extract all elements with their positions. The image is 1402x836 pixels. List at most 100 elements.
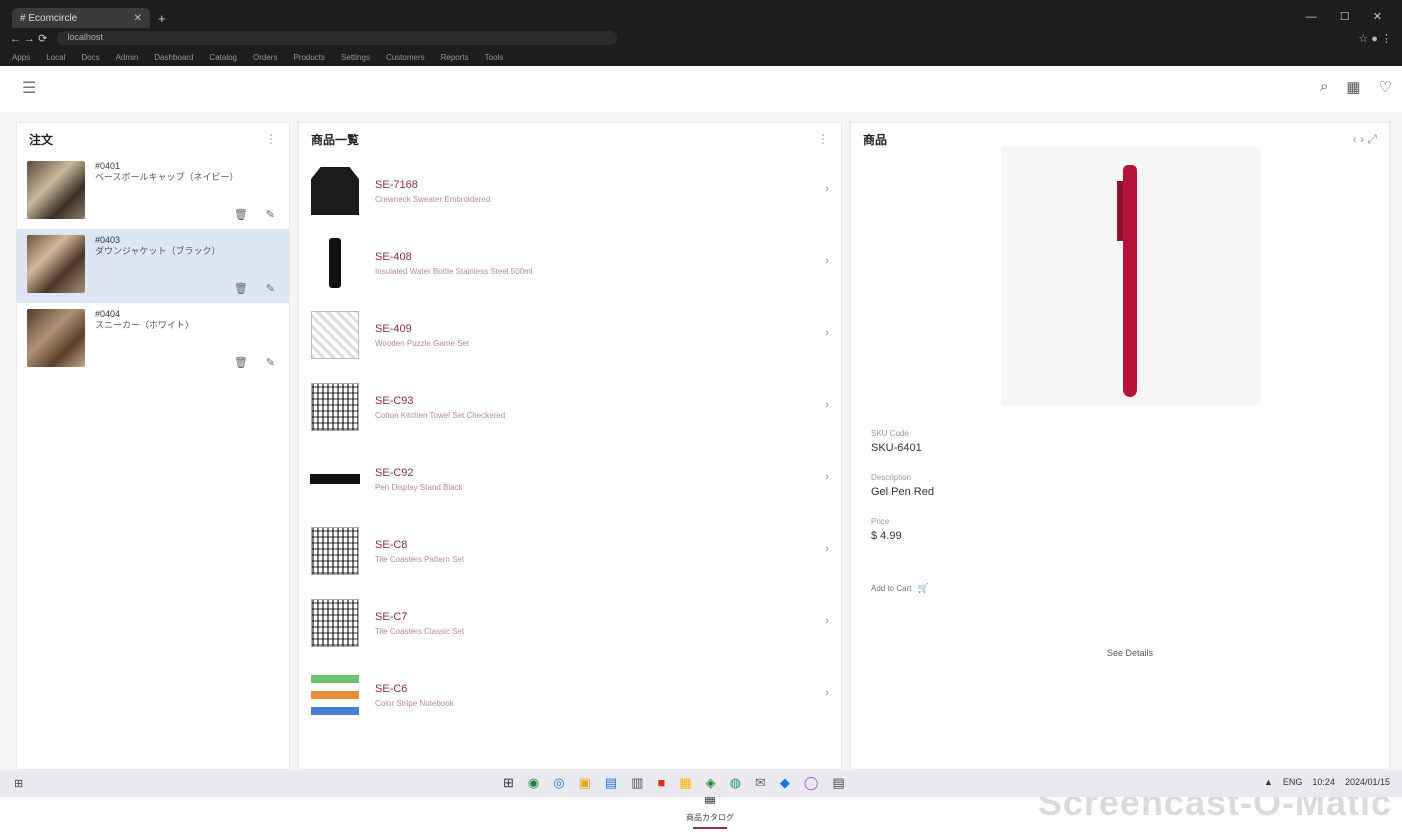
- tray-item[interactable]: ENG: [1283, 777, 1303, 787]
- order-item-selected[interactable]: #0403 ダウンジャケット（ブラック） 🗑 ✎: [17, 229, 289, 303]
- product-row[interactable]: SE-409 Wooden Puzzle Game Set ›: [299, 299, 843, 371]
- bookmark-item[interactable]: Apps: [12, 53, 30, 62]
- taskbar-app-icon[interactable]: ✉: [755, 775, 766, 791]
- tray-item[interactable]: 2024/01/15: [1345, 777, 1390, 787]
- product-image: [309, 237, 361, 289]
- edit-icon[interactable]: ✎: [266, 356, 275, 369]
- taskbar-app-icon[interactable]: ▤: [605, 775, 617, 791]
- taskbar-app-icon[interactable]: ▤: [832, 775, 844, 791]
- bookmark-item[interactable]: Catalog: [209, 53, 237, 62]
- bookmark-item[interactable]: Tools: [485, 53, 504, 62]
- bookmark-item[interactable]: Reports: [441, 53, 469, 62]
- bookmark-item[interactable]: Local: [46, 53, 65, 62]
- edit-icon[interactable]: ✎: [266, 282, 275, 295]
- order-id: #0404: [95, 309, 121, 319]
- bookmark-item[interactable]: Docs: [81, 53, 99, 62]
- nav-buttons-icon[interactable]: ← → ⟳: [10, 32, 47, 45]
- taskbar-app-icon[interactable]: ◍: [730, 775, 741, 791]
- add-to-cart-button[interactable]: Add to Cart 🛒: [871, 583, 929, 594]
- address-bar[interactable]: localhost: [57, 31, 618, 45]
- order-item[interactable]: #0401 ベースボールキャップ（ネイビー） 🗑 ✎: [17, 155, 289, 229]
- product-row[interactable]: SE-C7 Tile Coasters Classic Set ›: [299, 587, 843, 659]
- see-details-link[interactable]: See Details: [1107, 648, 1153, 658]
- taskbar-app-icon[interactable]: ◉: [528, 775, 539, 791]
- more-options-icon[interactable]: ⋮: [265, 132, 277, 146]
- taskbar-app-icon[interactable]: ◆: [780, 775, 790, 791]
- taskbar-app-icon[interactable]: ■: [657, 775, 665, 791]
- delete-icon[interactable]: 🗑: [234, 208, 248, 221]
- chip-label: Add to Cart: [871, 584, 912, 593]
- active-indicator: [693, 827, 727, 829]
- chevron-right-icon[interactable]: ›: [825, 615, 829, 627]
- taskbar-app-icon[interactable]: ◯: [804, 775, 819, 791]
- taskbar-apps: ⊞ ◉ ◎ ▣ ▤ ▥ ■ ▦ ◈ ◍ ✉ ◆ ◯ ▤: [503, 775, 845, 791]
- order-id: #0403: [95, 235, 121, 245]
- new-tab-button[interactable]: +: [158, 11, 166, 26]
- product-image: [309, 597, 361, 649]
- product-code: SE-7168: [375, 178, 418, 191]
- bookmark-item[interactable]: Customers: [386, 53, 425, 62]
- delete-icon[interactable]: 🗑: [234, 356, 248, 369]
- product-row[interactable]: SE-C8 Tile Coasters Pattern Set ›: [299, 515, 843, 587]
- field-label: SKU Code: [871, 429, 909, 438]
- field-value: SKU-6401: [871, 442, 922, 454]
- taskbar-app-icon[interactable]: ▣: [579, 775, 591, 791]
- edit-icon[interactable]: ✎: [266, 208, 275, 221]
- bookmark-item[interactable]: Products: [293, 53, 325, 62]
- product-photo: [1001, 147, 1261, 405]
- product-code: SE-C7: [375, 610, 408, 623]
- chevron-right-icon[interactable]: ›: [825, 543, 829, 555]
- tray-item[interactable]: 10:24: [1312, 777, 1335, 787]
- app-bar: ☰ ⌕ ▦ ♡: [0, 66, 1402, 112]
- order-thumbnail: [27, 235, 85, 293]
- nav-label: 商品カタログ: [686, 813, 734, 822]
- grid-icon[interactable]: ▦: [1346, 78, 1360, 96]
- product-image: [309, 453, 361, 505]
- product-code: SE-408: [375, 250, 412, 263]
- bookmark-item[interactable]: Settings: [341, 53, 370, 62]
- taskbar-app-icon[interactable]: ◈: [706, 775, 716, 791]
- bookmark-item[interactable]: Orders: [253, 53, 277, 62]
- more-options-icon[interactable]: ⋮: [817, 132, 829, 146]
- product-list: SE-7168 Crewneck Sweater Embroidered › SE…: [299, 155, 843, 771]
- chevron-right-icon[interactable]: ›: [825, 327, 829, 339]
- taskbar-app-icon[interactable]: ▥: [631, 775, 643, 791]
- order-desc: スニーカー（ホワイト）: [95, 320, 195, 330]
- search-icon[interactable]: ⌕: [1320, 78, 1328, 96]
- browser-toolbar-icons[interactable]: ☆ ● ⋮: [1358, 32, 1392, 45]
- chevron-right-icon[interactable]: ›: [825, 687, 829, 699]
- taskbar-app-icon[interactable]: ◎: [553, 775, 564, 791]
- orders-header: 注文 ⋮: [17, 123, 289, 155]
- menu-icon[interactable]: ☰: [22, 78, 36, 98]
- delete-icon[interactable]: 🗑: [234, 282, 248, 295]
- product-row[interactable]: SE-C6 Color Stripe Notebook ›: [299, 659, 843, 731]
- bookmark-item[interactable]: Dashboard: [154, 53, 193, 62]
- window-controls[interactable]: — ☐ ✕: [1306, 10, 1392, 23]
- product-row[interactable]: SE-408 Insulated Water Bottle Stainless S…: [299, 227, 843, 299]
- chevron-right-icon[interactable]: ›: [825, 255, 829, 267]
- product-code: SE-409: [375, 322, 412, 335]
- tab-strip: # Ecomcircle ✕ +: [0, 8, 1402, 28]
- appbar-actions: ⌕ ▦ ♡: [1320, 78, 1392, 96]
- product-row[interactable]: SE-7168 Crewneck Sweater Embroidered ›: [299, 155, 843, 227]
- order-thumbnail: [27, 161, 85, 219]
- pane-controls-icon[interactable]: ‹ › ⤢: [1353, 132, 1377, 147]
- field-label: Description: [871, 473, 912, 482]
- close-tab-icon[interactable]: ✕: [134, 13, 142, 24]
- product-desc: Tile Coasters Pattern Set: [375, 554, 465, 564]
- order-item[interactable]: #0404 スニーカー（ホワイト） 🗑 ✎: [17, 303, 289, 377]
- chevron-right-icon[interactable]: ›: [825, 399, 829, 411]
- chevron-right-icon[interactable]: ›: [825, 183, 829, 195]
- orders-title: 注文: [29, 132, 54, 147]
- chevron-right-icon[interactable]: ›: [825, 471, 829, 483]
- product-row[interactable]: SE-C92 Pen Display Stand Black ›: [299, 443, 843, 515]
- tray-item[interactable]: ▲: [1264, 777, 1273, 787]
- start-icon[interactable]: ⊞: [14, 777, 23, 790]
- bookmark-item[interactable]: Admin: [116, 53, 139, 62]
- product-detail-pane: 商品 ‹ › ⤢ SKU Code SKU-6401 Description G…: [850, 122, 1390, 770]
- product-row[interactable]: SE-C93 Cotton Kitchen Towel Set Checkered…: [299, 371, 843, 443]
- taskbar-app-icon[interactable]: ⊞: [503, 775, 514, 791]
- favorite-icon[interactable]: ♡: [1379, 78, 1392, 96]
- browser-tab[interactable]: # Ecomcircle ✕: [12, 8, 150, 28]
- taskbar-app-icon[interactable]: ▦: [679, 775, 691, 791]
